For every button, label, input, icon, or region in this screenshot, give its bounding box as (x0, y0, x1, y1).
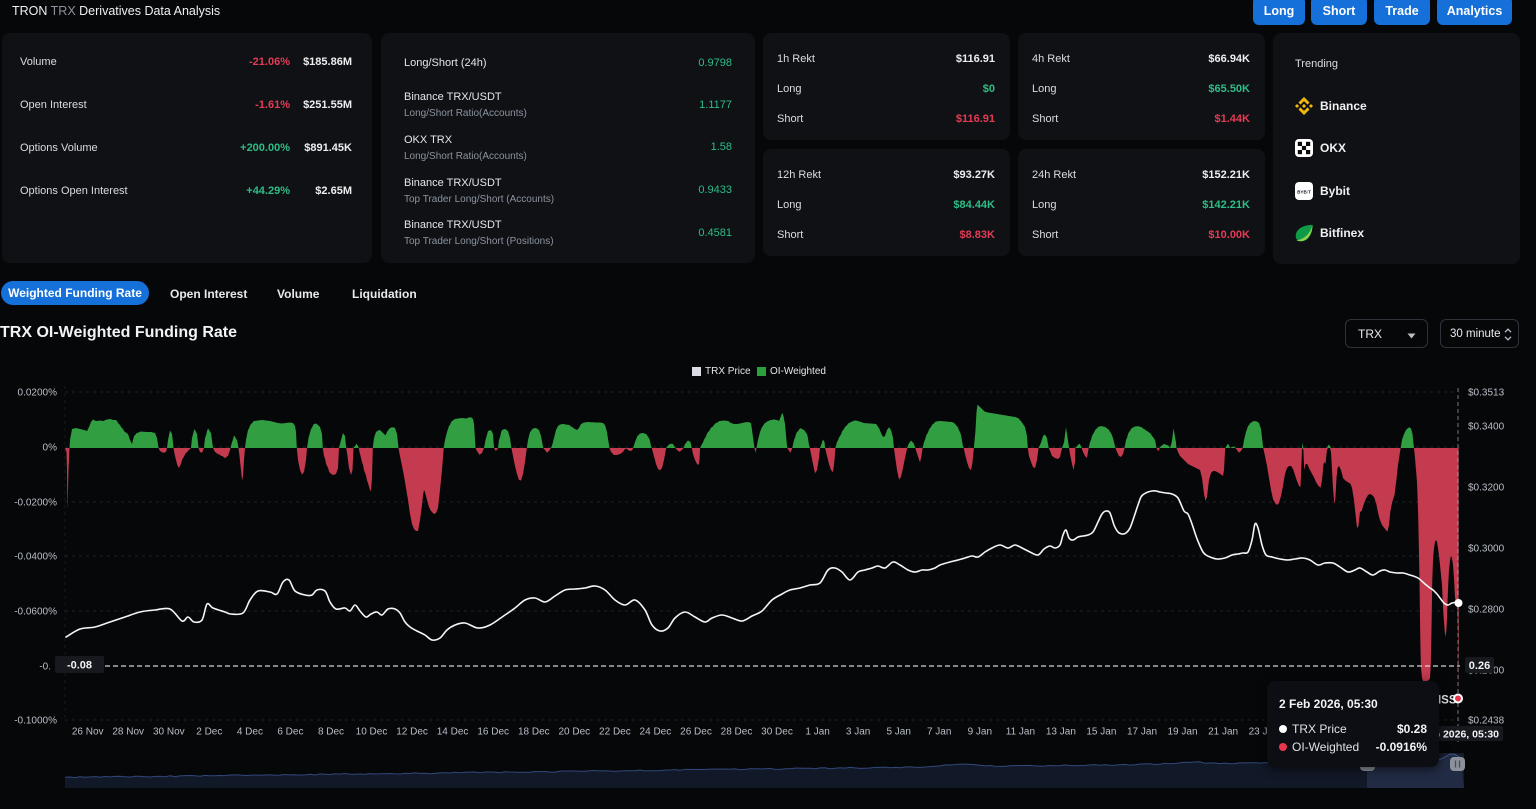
svg-text:$0.2800: $0.2800 (1468, 605, 1505, 616)
svg-text:$0.3000: $0.3000 (1468, 544, 1505, 555)
svg-text:0.0200%: 0.0200% (18, 388, 58, 399)
svg-text:13 Jan: 13 Jan (1046, 727, 1076, 738)
svg-text:-0.0600%: -0.0600% (14, 607, 57, 618)
svg-text:28 Dec: 28 Dec (721, 727, 753, 738)
svg-text:$0.3513: $0.3513 (1468, 388, 1505, 399)
svg-text:8 Dec: 8 Dec (318, 727, 344, 738)
svg-text:-0.0400%: -0.0400% (14, 552, 57, 563)
svg-text:9 Jan: 9 Jan (968, 727, 992, 738)
svg-text:1 Jan: 1 Jan (805, 727, 829, 738)
svg-text:18 Dec: 18 Dec (518, 727, 550, 738)
svg-text:$0.2438: $0.2438 (1468, 716, 1505, 727)
svg-text:4 Dec: 4 Dec (237, 727, 263, 738)
svg-text:22 Dec: 22 Dec (599, 727, 631, 738)
svg-text:26 Nov: 26 Nov (72, 727, 104, 738)
svg-text:0.26: 0.26 (1469, 660, 1490, 672)
svg-text:11 Jan: 11 Jan (1006, 727, 1035, 738)
svg-text:$0.3200: $0.3200 (1468, 483, 1505, 494)
svg-text:20 Dec: 20 Dec (558, 727, 590, 738)
svg-text:24 Dec: 24 Dec (640, 727, 672, 738)
svg-text:-0.1000%: -0.1000% (14, 716, 57, 727)
svg-text:14 Dec: 14 Dec (437, 727, 469, 738)
svg-text:19 Jan: 19 Jan (1167, 727, 1197, 738)
svg-text:-0.0200%: -0.0200% (14, 498, 57, 509)
svg-text:15 Jan: 15 Jan (1086, 727, 1116, 738)
svg-text:0%: 0% (43, 443, 58, 454)
svg-text:30 Nov: 30 Nov (153, 727, 185, 738)
svg-text:5 Jan: 5 Jan (886, 727, 910, 738)
svg-text:30 Dec: 30 Dec (761, 727, 793, 738)
svg-text:BYBIT: BYBIT (1297, 189, 1311, 194)
svg-text:10 Dec: 10 Dec (356, 727, 388, 738)
svg-text:$0.3400: $0.3400 (1468, 422, 1505, 433)
svg-text:21 Jan: 21 Jan (1208, 727, 1238, 738)
svg-text:2 Dec: 2 Dec (196, 727, 222, 738)
svg-text:16 Dec: 16 Dec (477, 727, 509, 738)
svg-text:28 Nov: 28 Nov (112, 727, 144, 738)
svg-text:-0.: -0. (39, 662, 51, 673)
svg-text:6 Dec: 6 Dec (277, 727, 303, 738)
svg-text:17 Jan: 17 Jan (1127, 727, 1157, 738)
svg-text:-0.08: -0.08 (67, 660, 92, 672)
svg-text:26 Dec: 26 Dec (680, 727, 712, 738)
svg-text:12 Dec: 12 Dec (396, 727, 428, 738)
svg-text:7 Jan: 7 Jan (927, 727, 951, 738)
svg-text:3 Jan: 3 Jan (846, 727, 870, 738)
